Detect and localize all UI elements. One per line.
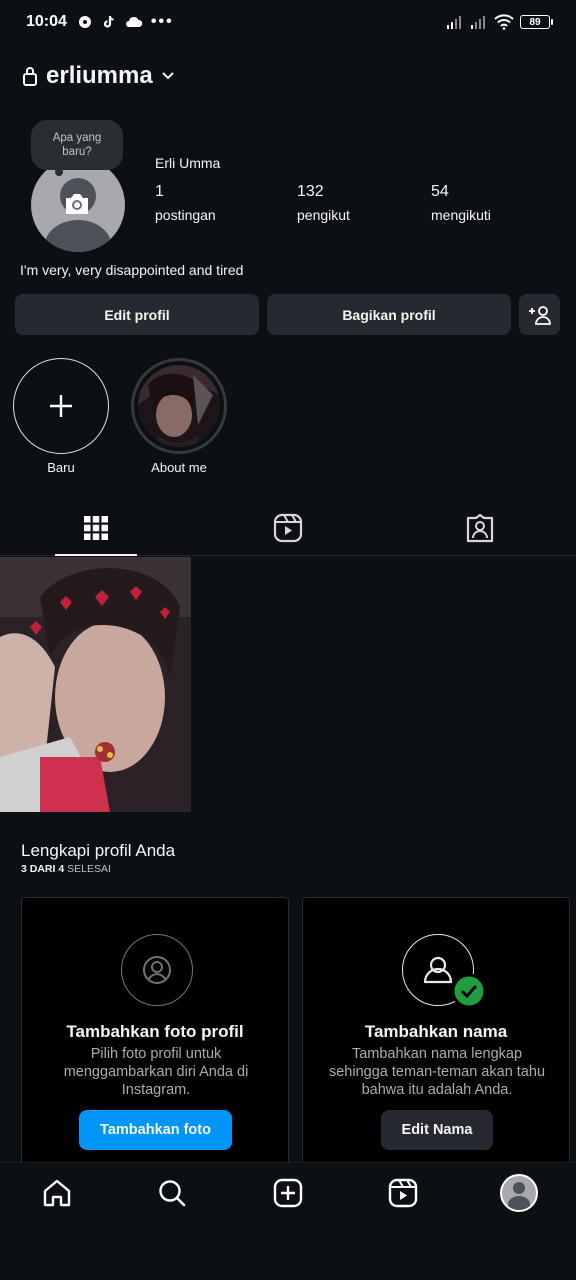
- nav-home[interactable]: [37, 1173, 77, 1213]
- card-photo-icon-circle: [121, 934, 193, 1006]
- stat-following[interactable]: 54 mengikuti: [431, 183, 491, 223]
- stat-followers-value: 132: [297, 183, 324, 200]
- bio: I'm very, very disappointed and tired: [20, 262, 244, 278]
- edit-profile-button[interactable]: Edit profil: [15, 294, 259, 335]
- stat-posts[interactable]: 1 postingan: [155, 183, 216, 223]
- user-circle-icon: [142, 955, 171, 984]
- stat-following-value: 54: [431, 183, 449, 200]
- note-bubble-text: Apa yang baru?: [52, 132, 102, 158]
- system-icons: 89: [446, 14, 553, 30]
- grid-icon: [84, 515, 108, 540]
- highlight-new-ring: [13, 358, 109, 454]
- note-bubble[interactable]: Apa yang baru?: [31, 120, 123, 176]
- card-add-profile-photo: Tambahkan foto profil Pilih foto profil …: [21, 897, 289, 1177]
- status-time: 10:04: [26, 13, 67, 30]
- wifi-icon: [494, 14, 514, 30]
- plus-icon: [50, 395, 72, 417]
- tab-reels[interactable]: [192, 500, 384, 555]
- complete-profile-progress: 3 DARI 4 SELESAI: [21, 863, 111, 875]
- bottom-navigation: [0, 1162, 576, 1280]
- card-photo-description: Pilih foto profil untuk menggambarkan di…: [63, 1046, 249, 1098]
- card-name-title: Tambahkan nama: [364, 1022, 508, 1041]
- nav-reels[interactable]: [383, 1173, 423, 1213]
- highlight-about-me-label: About me: [151, 460, 207, 475]
- highlight-new-label: Baru: [47, 460, 75, 475]
- highlight-about-me-ring: [131, 358, 227, 454]
- display-name: Erli Umma: [155, 155, 221, 171]
- chevron-down-icon: [162, 72, 174, 80]
- nav-profile[interactable]: [498, 1172, 540, 1214]
- status-bar: 10:04 ••• 89: [0, 0, 576, 44]
- nav-create[interactable]: [268, 1173, 308, 1213]
- camera-icon: [66, 194, 88, 214]
- highlight-about-me[interactable]: About me: [131, 358, 227, 475]
- more-notifications-icon: •••: [150, 13, 174, 30]
- tiktok-icon: [103, 15, 114, 28]
- create-post-icon: [273, 1178, 303, 1208]
- battery-icon: 89: [520, 15, 553, 29]
- add-photo-button[interactable]: Tambahkan foto: [79, 1110, 232, 1150]
- stat-following-label: mengikuti: [431, 207, 491, 223]
- profile-header[interactable]: erliumma: [22, 62, 175, 90]
- notification-icons: •••: [77, 13, 174, 31]
- add-person-icon: [528, 305, 551, 325]
- card-add-name: Tambahkan nama Tambahkan nama lengkap se…: [302, 897, 570, 1177]
- highlight-about-me-image: [138, 365, 220, 447]
- stat-followers[interactable]: 132 pengikut: [297, 183, 350, 223]
- check-badge-icon: [452, 974, 486, 1008]
- signal-icon: [447, 16, 461, 29]
- highlight-new[interactable]: Baru: [13, 358, 109, 475]
- progress-suffix: SELESAI: [67, 863, 111, 875]
- stat-followers-label: pengikut: [297, 207, 350, 223]
- edit-name-button[interactable]: Edit Nama: [381, 1110, 493, 1150]
- tab-tagged[interactable]: [384, 500, 576, 555]
- cloud-icon: [125, 16, 143, 27]
- username: erliumma: [46, 62, 153, 89]
- stat-posts-label: postingan: [155, 207, 216, 223]
- avatar-body-placeholder: [45, 220, 111, 252]
- progress-count: 3 DARI 4: [21, 863, 65, 875]
- reels-icon: [388, 1178, 418, 1208]
- nav-search[interactable]: [152, 1173, 192, 1213]
- card-name-description: Tambahkan nama lengkap sehingga teman-te…: [328, 1046, 546, 1098]
- tagged-icon: [466, 513, 494, 542]
- signal-icon-2: [471, 16, 485, 29]
- profile-tabs: [0, 500, 576, 556]
- post-thumbnail[interactable]: [0, 557, 191, 812]
- reels-icon: [273, 513, 303, 542]
- tab-posts-grid[interactable]: [0, 500, 192, 556]
- nav-avatar: [500, 1174, 538, 1212]
- lock-icon: [23, 67, 37, 86]
- stat-posts-value: 1: [155, 183, 164, 200]
- share-profile-button[interactable]: Bagikan profil: [267, 294, 511, 335]
- home-icon: [43, 1179, 71, 1207]
- complete-profile-title: Lengkapi profil Anda: [21, 841, 176, 860]
- discover-people-button[interactable]: [519, 294, 560, 335]
- chat-icon: [78, 16, 91, 28]
- card-photo-title: Tambahkan foto profil: [66, 1022, 244, 1041]
- search-icon: [159, 1180, 186, 1207]
